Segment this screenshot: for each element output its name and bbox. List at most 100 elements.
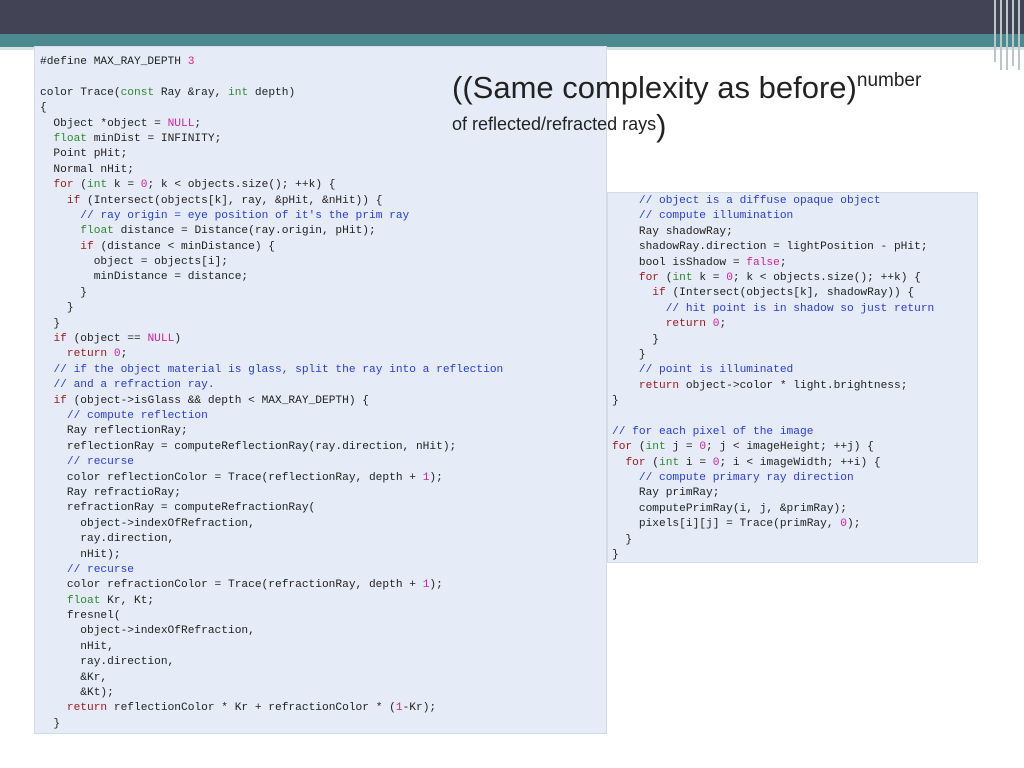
code-token: float (80, 225, 114, 238)
code-token: ( (659, 271, 673, 284)
code-line: return reflectionColor * Kr + refraction… (40, 701, 606, 716)
title-line2: of reflected/refracted rays (452, 114, 657, 134)
code-line: if (distance < minDistance) { (40, 240, 606, 255)
code-token: Normal nHit; (40, 163, 134, 176)
code-token: float (66, 594, 101, 607)
code-line: if (object == NULL) (40, 332, 606, 347)
code-token: color Trace( (40, 86, 121, 99)
code-token: 0 (840, 518, 847, 531)
code-line: fresnel( (40, 609, 606, 624)
code-token: int (659, 456, 680, 469)
code-line: object->indexOfRefraction, (40, 624, 606, 639)
code-token: pixels[i][j] = Trace(primRay, (612, 518, 841, 531)
code-line: // recurse (40, 563, 606, 578)
code-line: minDistance = distance; (40, 270, 606, 285)
code-token: } (612, 348, 646, 361)
code-token: // compute primary ray direction (638, 472, 854, 485)
code-token: 1 (395, 702, 403, 715)
code-token: if (80, 240, 94, 253)
code-token: } (40, 286, 87, 299)
code-line: Ray primRay; (612, 486, 977, 501)
code-line: // object is a diffuse opaque object (612, 194, 977, 209)
code-block-trace-function: #define MAX_RAY_DEPTH 3 color Trace(const… (34, 46, 607, 734)
code-token: ( (73, 179, 88, 192)
code-token: // compute illumination (638, 210, 794, 223)
code-line: // ray origin = eye position of it's the… (40, 209, 606, 224)
code-token: distance = Distance(ray.origin, pHit); (113, 225, 376, 238)
title-main: ((Same complexity as before) (452, 70, 857, 105)
code-line: float Kr, Kt; (40, 594, 606, 609)
code-line: } (612, 394, 977, 409)
code-line: for (int k = 0; k < objects.size(); ++k)… (612, 271, 977, 286)
code-token: &Kt); (40, 687, 114, 700)
code-line: nHit); (40, 548, 606, 563)
code-token: object->indexOfRefraction, (40, 625, 255, 638)
code-token: // recurse (66, 563, 134, 576)
code-line: } (612, 533, 977, 548)
code-token: computePrimRay(i, j, &primRay); (612, 502, 847, 515)
code-token: return (638, 379, 680, 392)
code-token: bool isShadow = (612, 256, 747, 269)
code-token: return (66, 348, 108, 361)
code-line: computePrimRay(i, j, &primRay); (612, 502, 977, 517)
code-token: for (638, 271, 660, 284)
code-token: // object is a diffuse opaque object (638, 195, 881, 207)
code-line: } (612, 348, 977, 363)
code-line: object = objects[i]; (40, 255, 606, 270)
code-token: // point is illuminated (638, 364, 794, 377)
code-token: } (612, 395, 619, 408)
code-line: for (int k = 0; k < objects.size(); ++k)… (40, 178, 606, 193)
code-token: if (53, 333, 67, 346)
code-token: k = (107, 179, 141, 192)
code-line: // recurse (40, 455, 606, 470)
code-token: false (746, 256, 780, 269)
code-token: if (66, 194, 81, 207)
code-line: Normal nHit; (40, 163, 606, 178)
code-token: color reflectionColor = Trace(reflection… (40, 471, 423, 484)
code-token: reflectionColor * Kr + refractionColor *… (107, 702, 396, 715)
code-token: ) (174, 333, 182, 346)
code-token: -Kr); (402, 702, 437, 715)
code-token: NULL (167, 117, 195, 130)
code-line: for (int j = 0; j < imageHeight; ++j) { (612, 440, 977, 455)
code-line: for (int i = 0; i < imageWidth; ++i) { (612, 456, 977, 471)
code-line: object->indexOfRefraction, (40, 517, 606, 532)
code-token: int (228, 86, 249, 99)
code-token: ); (429, 579, 443, 592)
code-line: Ray reflectionRay; (40, 424, 606, 439)
code-line: // compute reflection (40, 409, 606, 424)
code-token: j = (665, 441, 700, 454)
code-line: return 0; (612, 317, 977, 332)
code-token: Point pHit; (40, 148, 128, 161)
code-token: 3 (187, 56, 195, 68)
code-line: reflectionRay = computeReflectionRay(ray… (40, 440, 606, 455)
code-line: #define MAX_RAY_DEPTH 3 (40, 55, 606, 70)
code-line: // and a refraction ray. (40, 378, 606, 393)
code-token: Ray reflectionRay; (40, 425, 188, 438)
code-token: ; (719, 318, 727, 331)
code-token: for (612, 441, 633, 454)
code-block-shading-and-render-loop: // object is a diffuse opaque object // … (607, 192, 978, 563)
code-line: // for each pixel of the image (612, 425, 977, 440)
code-token: } (40, 717, 61, 730)
code-line: float distance = Distance(ray.origin, pH… (40, 224, 606, 239)
code-token: } (612, 333, 659, 346)
code-line: Point pHit; (40, 147, 606, 162)
code-line: // compute illumination (612, 209, 977, 224)
code-token: // hit point is in shadow so just return (665, 302, 935, 315)
code-line: } (40, 317, 606, 332)
